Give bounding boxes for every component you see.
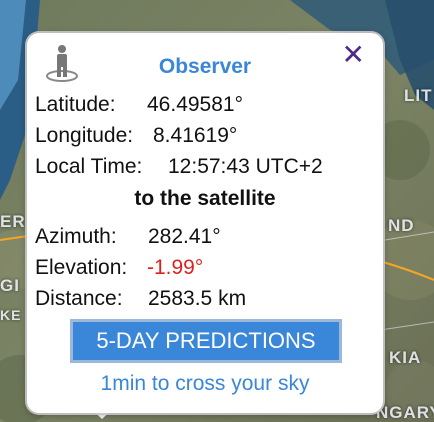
latitude-label: Latitude: bbox=[35, 93, 116, 116]
map-label-nd: ND bbox=[388, 216, 415, 235]
azimuth-row: Azimuth: 282.41° bbox=[35, 225, 221, 249]
longitude-value: 8.41619° bbox=[153, 124, 238, 147]
distance-label: Distance: bbox=[35, 287, 123, 310]
localtime-value: 12:57:43 UTC+2 bbox=[168, 155, 323, 178]
map-label-ngary: NGARY bbox=[376, 403, 434, 422]
longitude-row: Longitude: 8.41619° bbox=[35, 124, 237, 148]
azimuth-value: 282.41° bbox=[148, 225, 221, 248]
map-label-ke: KE bbox=[0, 307, 22, 323]
satellite-section-title: to the satellite bbox=[134, 187, 276, 210]
elevation-label: Elevation: bbox=[35, 256, 128, 279]
elevation-row: Elevation: -1.99° bbox=[35, 256, 203, 280]
longitude-label: Longitude: bbox=[35, 124, 134, 147]
map-label-lit: LIT bbox=[404, 86, 433, 105]
map-label-gi: GI bbox=[0, 276, 20, 295]
map-label-kia: KIA bbox=[389, 348, 422, 367]
popup-title: Observer bbox=[158, 55, 252, 78]
azimuth-label: Azimuth: bbox=[35, 225, 117, 248]
latitude-value: 46.49581° bbox=[147, 93, 243, 116]
localtime-label: Local Time: bbox=[35, 155, 143, 178]
latitude-row: Latitude: 46.49581° bbox=[35, 93, 243, 117]
localtime-row: Local Time: 12:57:43 UTC+2 bbox=[35, 155, 323, 179]
distance-row: Distance: 2583.5 km bbox=[35, 287, 246, 311]
elevation-value: -1.99° bbox=[147, 256, 204, 279]
predictions-button[interactable]: 5-DAY PREDICTIONS bbox=[70, 319, 342, 363]
map-label-er: ER bbox=[0, 212, 26, 231]
observer-popup: ✕ Observer Latitude: 46.49581° Longitude:… bbox=[27, 33, 383, 413]
cross-sky-link[interactable]: 1min to cross your sky bbox=[27, 372, 383, 396]
distance-value: 2583.5 km bbox=[148, 287, 247, 310]
